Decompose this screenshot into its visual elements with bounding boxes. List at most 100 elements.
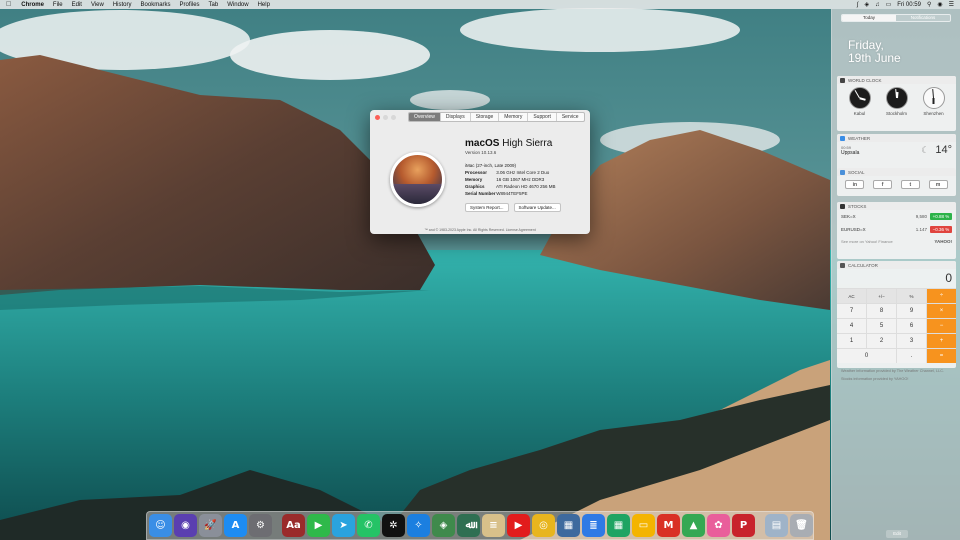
document-icon[interactable]: ▤: [765, 514, 788, 537]
minimize-button[interactable]: [383, 114, 388, 120]
calc-key[interactable]: +/−: [867, 289, 896, 303]
stock-row[interactable]: EURUSD=X 1.147 −0.36 %: [837, 223, 956, 236]
system-report-button[interactable]: System Report...: [465, 203, 509, 212]
window-titlebar[interactable]: Overview Displays Storage Memory Support…: [370, 110, 590, 124]
linkedin-icon[interactable]: in: [845, 180, 865, 189]
calc-key[interactable]: ×: [927, 304, 956, 318]
menu-clock[interactable]: Fri 00:59: [897, 2, 921, 8]
siri-icon[interactable]: ◉: [174, 514, 197, 537]
trash-icon[interactable]: 🗑: [790, 514, 813, 537]
whatsapp-icon[interactable]: ✆: [357, 514, 380, 537]
calc-key[interactable]: 1: [837, 334, 866, 348]
facetime-icon[interactable]: ▶: [307, 514, 330, 537]
calc-key[interactable]: 6: [897, 319, 926, 333]
chatgpt-icon[interactable]: ✲: [382, 514, 405, 537]
safari-icon[interactable]: ✧: [407, 514, 430, 537]
spotlight-icon[interactable]: ⚲: [927, 1, 931, 8]
calc-key[interactable]: 5: [867, 319, 896, 333]
menu-profiles[interactable]: Profiles: [180, 2, 200, 8]
menu-tab[interactable]: Tab: [209, 2, 219, 8]
spec-memory: Memory 16 GB 1067 MHz DDR3: [465, 176, 561, 183]
calc-key[interactable]: 2: [867, 334, 896, 348]
tab-memory[interactable]: Memory: [499, 113, 529, 121]
stock-change[interactable]: −0.36 %: [930, 226, 952, 233]
google-sheets-icon[interactable]: ▦: [607, 514, 630, 537]
photos-icon[interactable]: ✿: [707, 514, 730, 537]
tab-notifications[interactable]: Notifications: [896, 15, 950, 21]
calc-key[interactable]: 7: [837, 304, 866, 318]
quran-icon[interactable]: ◈: [432, 514, 455, 537]
spec-key: Serial Number: [465, 191, 496, 196]
calc-key[interactable]: .: [897, 349, 926, 363]
wifi-icon[interactable]: ◈: [864, 1, 869, 8]
bluetooth-icon[interactable]: ∫: [857, 2, 859, 8]
menu-history[interactable]: History: [113, 2, 132, 8]
notes-icon[interactable]: ≡: [482, 514, 505, 537]
menu-bookmarks[interactable]: Bookmarks: [141, 2, 171, 8]
google-docs-icon[interactable]: ≣: [582, 514, 605, 537]
tab-storage[interactable]: Storage: [471, 113, 500, 121]
stock-change[interactable]: +0.88 %: [930, 213, 952, 220]
google-drive-icon[interactable]: ▲: [682, 514, 705, 537]
software-update-button[interactable]: Software Update...: [513, 203, 561, 212]
calc-key[interactable]: 4: [837, 319, 866, 333]
menu-help[interactable]: Help: [258, 2, 270, 8]
gmail-icon[interactable]: M: [657, 514, 680, 537]
apple-icon[interactable]: : [6, 1, 11, 8]
notification-center-icon[interactable]: ☰: [949, 1, 954, 8]
stock-symbol: SEK=X: [841, 214, 856, 219]
widget-header: CALCULATOR: [837, 261, 956, 269]
calc-key[interactable]: 8: [867, 304, 896, 318]
clock-shenzhen[interactable]: Shenzhen: [922, 87, 945, 116]
calc-key[interactable]: 3: [897, 334, 926, 348]
calc-key[interactable]: −: [927, 319, 956, 333]
system-preferences-icon[interactable]: ⚙: [249, 514, 272, 537]
menu-edit[interactable]: Edit: [72, 2, 82, 8]
calc-key[interactable]: 0: [837, 349, 896, 363]
weather-row[interactable]: 00:59 Uppsala ☾ 14°: [837, 142, 956, 158]
tab-today[interactable]: Today: [842, 15, 896, 21]
tab-overview[interactable]: Overview: [409, 113, 441, 121]
tab-support[interactable]: Support: [528, 113, 557, 121]
spec-value: ATI Radeon HD 4670 256 MB: [496, 184, 556, 189]
launchpad-icon[interactable]: 🚀: [199, 514, 222, 537]
google-slides-icon[interactable]: ▭: [632, 514, 655, 537]
chrome-icon[interactable]: ◎: [532, 514, 555, 537]
siri-menu-icon[interactable]: ◉: [937, 1, 942, 8]
calc-key[interactable]: %: [897, 289, 926, 303]
tab-service[interactable]: Service: [557, 113, 584, 121]
edit-button[interactable]: Edit: [886, 530, 908, 538]
tab-displays[interactable]: Displays: [441, 113, 471, 121]
volume-icon[interactable]: ♫: [875, 2, 880, 8]
calc-key[interactable]: 9: [897, 304, 926, 318]
window-controls: [375, 114, 396, 120]
archive-utility-icon[interactable]: ▦: [557, 514, 580, 537]
zoom-button[interactable]: [391, 114, 396, 120]
calc-key[interactable]: =: [927, 349, 956, 363]
menu-view[interactable]: View: [91, 2, 104, 8]
pinterest-icon[interactable]: P: [732, 514, 755, 537]
clock-stockholm[interactable]: Stockholm: [885, 87, 908, 116]
app-store-icon[interactable]: A: [224, 514, 247, 537]
twitter-icon[interactable]: t: [900, 180, 920, 189]
clock-face-icon: [848, 87, 871, 109]
facebook-icon[interactable]: f: [873, 180, 893, 189]
yahoo-finance-link[interactable]: See more on Yahoo! Finance: [841, 239, 893, 244]
messages-icon[interactable]: m: [928, 180, 948, 189]
finder-icon[interactable]: ☺: [149, 514, 172, 537]
menu-window[interactable]: Window: [227, 2, 248, 8]
clock-kabul[interactable]: Kabul: [848, 87, 871, 116]
telegram-icon[interactable]: ➤: [332, 514, 355, 537]
calc-key[interactable]: +: [927, 334, 956, 348]
arabic-app-icon[interactable]: ﷲ: [457, 514, 480, 537]
battery-icon[interactable]: ▭: [886, 1, 892, 8]
youtube-icon[interactable]: ▶: [507, 514, 530, 537]
stock-row[interactable]: SEK=X 9,580 +0.88 %: [837, 210, 956, 223]
menu-app-name[interactable]: Chrome: [21, 2, 44, 8]
menu-file[interactable]: File: [53, 2, 63, 8]
calc-key[interactable]: ÷: [927, 289, 956, 303]
dictionary-icon[interactable]: Aa: [282, 514, 305, 537]
action-buttons: System Report... Software Update...: [465, 203, 561, 212]
close-button[interactable]: [375, 114, 380, 120]
calc-key[interactable]: AC: [837, 289, 866, 303]
